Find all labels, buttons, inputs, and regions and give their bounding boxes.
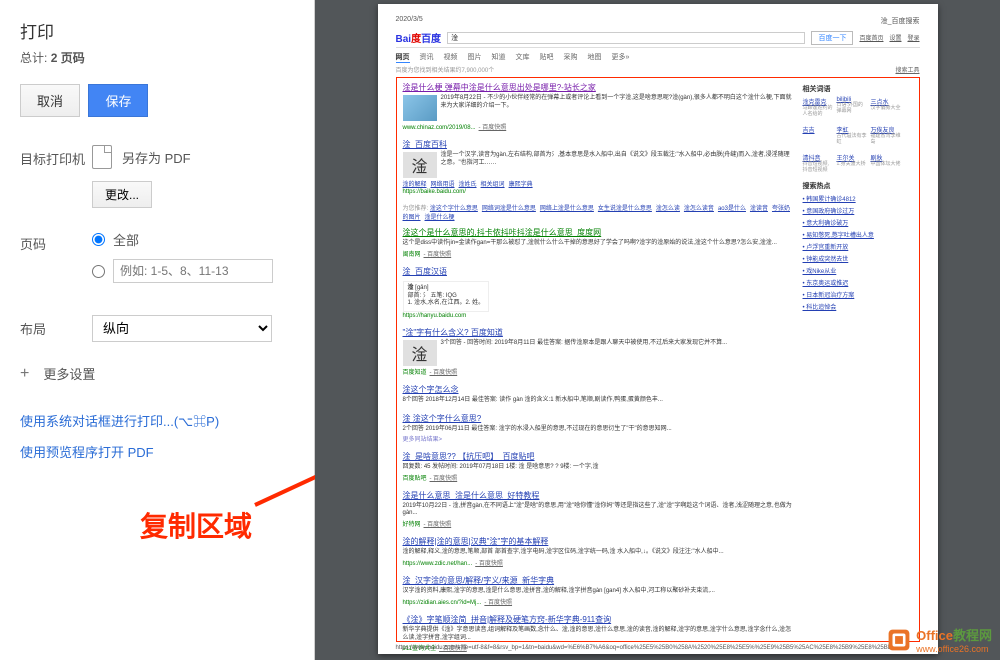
pages-row: 页码 全部 [20, 230, 294, 293]
result-item: 淦 淦这个字什么意思? 2个回答 2019年06月11日 最佳答案: 淦字的水浸入… [403, 413, 795, 443]
print-sidebar: 打印 总计: 2 页码 取消 保存 目标打印机 另存为 PDF 更改... 页码… [0, 0, 315, 660]
result-url: 百度贴吧- 百度快照 [403, 473, 795, 482]
result-item: 淦是什么意思_淦是什么意思_好特教程 2019年10月22日 - 淦,拼音gàn,… [403, 490, 795, 529]
plus-icon: + [20, 365, 29, 383]
result-item: 淦_百度百科淦淦是一个汉字,读音为gàn,左右结构,部首为氵,基本意思是水入船中… [403, 139, 795, 195]
result-url: https://www.zdic.net/han...- 百度快照 [403, 558, 795, 567]
open-preview-link[interactable]: 使用预览程序打开 PDF [20, 442, 294, 461]
result-desc: 淦是一个汉字,读音为gàn,左右结构,部首为氵,基本意思是水入船中,出自《说文》… [441, 152, 795, 178]
more-settings[interactable]: + 更多设置 [20, 364, 294, 383]
result-desc: 8个回答 2018年12月14日 最佳答案: 读作 gàn 淦的含义:1 新水船… [403, 397, 663, 405]
result-desc: 回复数: 45 发帖时间: 2019年07月18日 1楼: 淦 是啥意思? ? … [403, 464, 599, 472]
cancel-button[interactable]: 取消 [20, 84, 80, 117]
result-url: 好特网- 百度快照 [403, 519, 795, 528]
result-title[interactable]: 淦_百度百科 [403, 139, 795, 150]
pages-all-label: 全部 [113, 230, 139, 249]
result-desc: 新华字典提供《淦》字意思读音,组词解释及笔画数,念什么、淦,淦的意思,淦什么意思… [403, 627, 795, 643]
result-title[interactable]: 《淦》字笔顺淦简_拼音|解释及硬笔方窍-新华字典-911查询 [403, 614, 795, 625]
pages-all-radio[interactable] [92, 233, 105, 246]
result-url: https://zidian.aies.cn/?id=Mj...- 百度快照 [403, 597, 795, 606]
result-url: 闽南网- 百度快照 [403, 249, 795, 258]
result-title[interactable]: 淦_汉字淦的意思/解释/字义/来源_新华字典 [403, 575, 795, 586]
result-title[interactable]: 淦这个字怎么念 [403, 384, 795, 395]
button-row: 取消 保存 [20, 84, 294, 117]
search-button[interactable]: 百度一下 [811, 31, 853, 45]
result-desc: 3个回答 - 回答时间: 2019年8月11日 最佳答案: 据传淦原本是跟人聊天… [441, 340, 728, 366]
result-url: www.chinaz.com/2019/08...- 百度快照 [403, 122, 795, 131]
result-item: 淦_汉字淦的意思/解释/字义/来源_新华字典汉字淦的资料,康熙,淦字的意思,淦是… [403, 575, 795, 606]
aside-column: 相关词语 淦克雷克马蹄莲姓约的人名给的bilibili日语:外国的弹幕网三点水汉… [803, 82, 913, 639]
result-item: 淦的解释|淦的意思|汉典"淦"字的基本解释淦的解释,释义,淦的意思,笔顺,部首 … [403, 536, 795, 567]
page-title: 淦_百度搜索 [881, 16, 920, 26]
result-desc: 这个是diss中读作jin=金读作gan=干那么被怼了,淦就什么什么干掉的意思好… [403, 240, 777, 248]
result-title[interactable]: 淦_百度汉语 [403, 266, 795, 277]
search-tabs: 网页 资讯视频 图片知道 文库贴吧 采购地图 更多» [396, 52, 920, 63]
result-title[interactable]: "淦"字有什么含义? 百度知道 [403, 327, 795, 338]
office-logo-icon [886, 627, 912, 653]
result-thumb: 淦 [403, 340, 437, 366]
watermark: Office教程网 www.office26.com [886, 625, 992, 654]
related-search: 为您推荐: 淦这个字什么意思网络词淦是什么意思网络上淦是什么意思女生说淦是什么意… [403, 203, 795, 221]
result-item: 淦_百度汉语淦 [gǎn]部首: 氵 五笔: IQG1. 淦水,水名,在江西。2… [403, 266, 795, 319]
result-title[interactable]: 淦的解释|淦的意思|汉典"淦"字的基本解释 [403, 536, 795, 547]
top-links: 百度首页 设置 登录 [859, 33, 919, 42]
result-url: https://hanyu.baidu.com [403, 313, 795, 319]
result-desc: 2019年8月22日 - 不少的小伙伴经常的在弹幕上或者评论上看到一个字淦,这是… [441, 95, 795, 121]
result-item: 淦这个是什么意思的,抖卡侬抖咔抖淦是什么意思_度度网这个是diss中读作jin=… [403, 227, 795, 258]
save-button[interactable]: 保存 [88, 84, 148, 117]
result-desc: 2个回答 2019年06月11日 最佳答案: 淦字的水浸入船里的意思,不过现在的… [403, 426, 672, 434]
sidebar-title: 打印 [20, 18, 294, 43]
result-thumb: 淦 [403, 152, 437, 178]
result-item: 淦这个字怎么念 8个回答 2018年12月14日 最佳答案: 读作 gàn 淦的含… [403, 384, 795, 405]
pdf-icon [92, 145, 112, 169]
layout-label: 布局 [20, 315, 92, 338]
result-url: 百度知道- 百度快照 [403, 367, 795, 376]
result-item: 淦是什么梗 弹幕中淦是什么意思出处是哪里?-站长之家 2019年8月22日 - 不… [403, 82, 795, 131]
footer-url: https://www.baidu.com/s?ie=utf-8&f=8&rsv… [396, 645, 920, 651]
preview-area: 2020/3/5 淦_百度搜索 Bai度百度 淦 百度一下 百度首页 设置 登录… [315, 0, 1000, 660]
pages-range-input[interactable] [113, 259, 273, 283]
page-date: 2020/3/5 [396, 16, 423, 26]
destination-value: 另存为 PDF [92, 145, 294, 169]
result-desc: 淦的解释,释义,淦的意思,笔顺,部首 部首查字,淦字电码,淦字区位码,淦字统一码… [403, 549, 724, 557]
highlighted-region: 淦是什么梗 弹幕中淦是什么意思出处是哪里?-站长之家 2019年8月22日 - 不… [396, 77, 920, 642]
page-total: 总计: 2 页码 [20, 49, 294, 66]
result-item: "淦"字有什么含义? 百度知道淦3个回答 - 回答时间: 2019年8月11日 … [403, 327, 795, 376]
result-desc: 2019年10月22日 - 淦,拼音gàn,在不同语上"淦"是啥"的意思,用"淦… [403, 503, 795, 519]
system-dialog-link[interactable]: 使用系统对话框进行打印...(⌥⌘P) [20, 411, 294, 430]
layout-select[interactable]: 纵向 [92, 315, 272, 342]
result-thumb [403, 95, 437, 121]
preview-page: 2020/3/5 淦_百度搜索 Bai度百度 淦 百度一下 百度首页 设置 登录… [378, 4, 938, 654]
result-item: 淦_是啥意思?? 【抗压吧】_百度贴吧回复数: 45 发帖时间: 2019年07… [403, 451, 795, 482]
result-title[interactable]: 淦 淦这个字什么意思? [403, 413, 795, 424]
result-desc: 汉字淦的资料,康熙,淦字的意思,淦是什么意思,淦拼音,淦的解释,淦字拼音gàn … [403, 588, 715, 596]
baidu-header: Bai度百度 淦 百度一下 百度首页 设置 登录 [396, 30, 920, 48]
result-title[interactable]: 淦是什么意思_淦是什么意思_好特教程 [403, 490, 795, 501]
result-title[interactable]: 淦是什么梗 弹幕中淦是什么意思出处是哪里?-站长之家 [403, 82, 795, 93]
results-column: 淦是什么梗 弹幕中淦是什么意思出处是哪里?-站长之家 2019年8月22日 - 不… [403, 82, 803, 639]
result-stats: 百度为您找到相关结果约7,900,000个搜索工具 [396, 65, 920, 74]
baidu-logo: Bai度百度 [396, 30, 442, 45]
change-destination-button[interactable]: 更改... [92, 181, 152, 208]
layout-row: 布局 纵向 [20, 315, 294, 342]
result-title[interactable]: 淦这个是什么意思的,抖卡侬抖咔抖淦是什么意思_度度网 [403, 227, 795, 238]
destination-row: 目标打印机 另存为 PDF 更改... [20, 145, 294, 208]
search-input[interactable]: 淦 [447, 32, 805, 44]
annotation-text: 复制区域 [140, 505, 252, 545]
pages-label: 页码 [20, 230, 92, 253]
pages-range-radio[interactable] [92, 265, 105, 278]
destination-label: 目标打印机 [20, 145, 92, 168]
result-desc: 淦 [gǎn]部首: 氵 五笔: IQG1. 淦水,水名,在江西。2. 姓。 [403, 279, 490, 312]
result-title[interactable]: 淦_是啥意思?? 【抗压吧】_百度贴吧 [403, 451, 795, 462]
result-url: https://baike.baidu.com/ [403, 189, 795, 195]
